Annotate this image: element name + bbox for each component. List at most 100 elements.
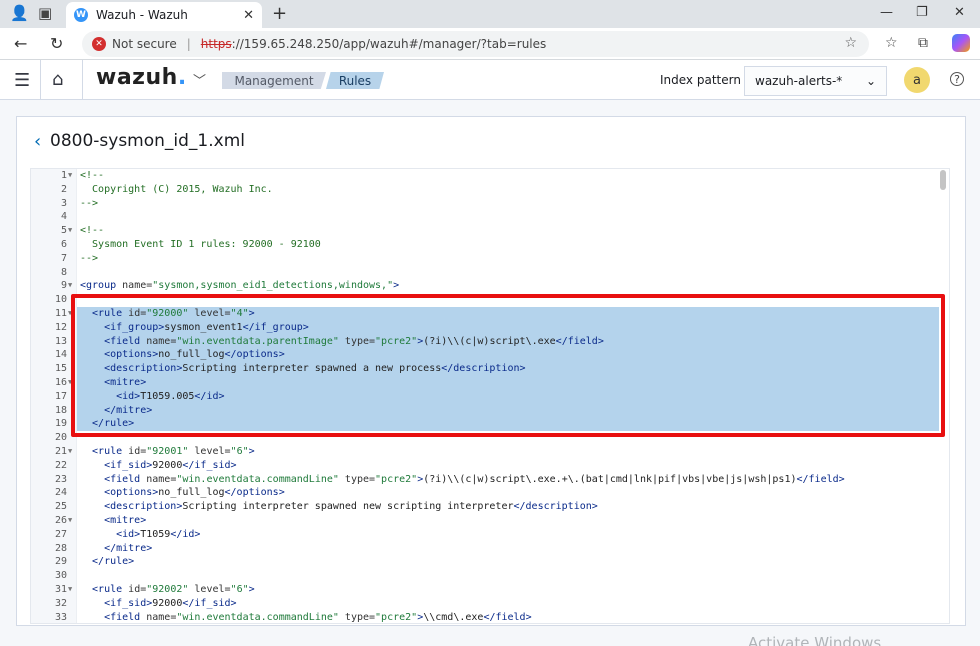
new-tab-icon[interactable]: + bbox=[272, 3, 287, 24]
code-line[interactable]: 25 <description>Scripting interpreter sp… bbox=[31, 500, 941, 514]
code-token: name= bbox=[146, 611, 177, 623]
line-number: 32 bbox=[54, 597, 67, 609]
editor-scrollbar[interactable] bbox=[940, 170, 946, 190]
browser-tab-wazuh[interactable]: W Wazuh - Wazuh ✕ bbox=[66, 2, 262, 28]
header-divider bbox=[82, 60, 83, 100]
wazuh-logo[interactable]: wazuh. bbox=[96, 65, 187, 90]
code-token: > bbox=[248, 584, 255, 595]
breadcrumb-rules[interactable]: Rules bbox=[326, 72, 384, 89]
line-number: 6 bbox=[60, 239, 67, 250]
code-line[interactable]: 3 --> bbox=[31, 197, 941, 211]
line-number: 3 bbox=[60, 197, 67, 209]
line-number: 15 bbox=[54, 363, 67, 375]
code-line[interactable]: 7 --> bbox=[31, 252, 941, 266]
code-token: <id> bbox=[80, 528, 141, 540]
code-text: <id>T1059</id> bbox=[80, 528, 200, 542]
copilot-icon[interactable] bbox=[952, 34, 970, 52]
help-icon[interactable]: ? bbox=[950, 72, 964, 86]
code-token: <if_sid> bbox=[80, 459, 153, 471]
restore-icon[interactable]: ❐ bbox=[916, 5, 928, 20]
tab-actions-icon[interactable]: ▣ bbox=[38, 4, 52, 22]
chevron-down-icon: ⌄ bbox=[865, 74, 876, 88]
logo-dot: . bbox=[177, 65, 187, 90]
app-header: ☰ ⌂ wazuh. ﹀ Management Rules Index patt… bbox=[0, 60, 980, 100]
line-number: 21 bbox=[54, 446, 67, 457]
index-pattern-value: wazuh-alerts-* bbox=[755, 74, 843, 88]
code-token: "sysmon,sysmon_eid1_detections,windows," bbox=[152, 280, 394, 292]
code-line[interactable]: 5 ▼ <!-- bbox=[31, 224, 941, 238]
fold-caret-icon[interactable]: ▼ bbox=[68, 514, 72, 528]
code-line[interactable]: 8 bbox=[31, 266, 941, 280]
code-line[interactable]: 32 <if_sid>92000</if_sid> bbox=[31, 597, 941, 611]
code-line[interactable]: 27 <id>T1059</id> bbox=[31, 528, 941, 542]
line-number: 14 bbox=[54, 349, 67, 361]
code-token: "92001" bbox=[146, 446, 189, 457]
code-token: <if_sid> bbox=[80, 597, 153, 609]
code-text: </rule> bbox=[80, 555, 134, 569]
close-window-icon[interactable]: ✕ bbox=[954, 5, 965, 20]
code-line[interactable]: 24 <options>no_full_log</options> bbox=[31, 486, 941, 500]
back-arrow-icon[interactable]: ← bbox=[14, 34, 27, 53]
fold-caret-icon[interactable]: ▼ bbox=[68, 583, 72, 597]
code-line[interactable]: 2 Copyright (C) 2015, Wazuh Inc. bbox=[31, 183, 941, 197]
fold-caret-icon[interactable]: ▼ bbox=[68, 279, 72, 293]
code-token: type= bbox=[338, 473, 376, 485]
code-line[interactable]: 4 bbox=[31, 210, 941, 224]
close-tab-icon[interactable]: ✕ bbox=[243, 8, 254, 23]
address-bar-row: ← ↻ ✕ Not secure | https ://159.65.248.2… bbox=[0, 28, 980, 60]
code-text: <options>no_full_log</options> bbox=[80, 486, 285, 500]
line-number: 8 bbox=[60, 266, 67, 278]
code-token: 92000 bbox=[152, 597, 183, 609]
line-number: 31 bbox=[54, 584, 67, 595]
profile-icon[interactable]: 👤 bbox=[10, 4, 29, 22]
code-line[interactable]: 6 Sysmon Event ID 1 rules: 92000 - 92100 bbox=[31, 238, 941, 252]
code-token: Scripting interpreter spawned new script… bbox=[182, 501, 514, 513]
favorites-icon[interactable]: ☆ bbox=[885, 35, 898, 51]
code-line[interactable]: 33 <field name="win.eventdata.commandLin… bbox=[31, 611, 941, 623]
browser-tab-bar: 👤 ▣ W Wazuh - Wazuh ✕ + — ❐ ✕ bbox=[0, 0, 980, 28]
code-token: </id> bbox=[170, 528, 201, 540]
code-line[interactable]: 31 ▼ <rule id="92002" level="6"> bbox=[31, 583, 941, 597]
extensions-icon[interactable]: ⧉ bbox=[918, 35, 928, 51]
fold-caret-icon[interactable]: ▼ bbox=[68, 445, 72, 459]
back-chevron-icon[interactable]: ‹ bbox=[34, 131, 41, 152]
code-line[interactable]: 26 ▼ <mitre> bbox=[31, 514, 941, 528]
code-token: </options> bbox=[224, 487, 285, 499]
code-line[interactable]: 29 </rule> bbox=[31, 555, 941, 569]
user-avatar[interactable]: a bbox=[904, 67, 930, 93]
index-pattern-label: Index pattern bbox=[660, 73, 741, 87]
code-token: </if_sid> bbox=[182, 459, 237, 471]
minimize-icon[interactable]: — bbox=[880, 5, 893, 20]
code-line[interactable]: 28 </mitre> bbox=[31, 542, 941, 556]
fold-caret-icon[interactable]: ▼ bbox=[68, 224, 72, 238]
reload-icon[interactable]: ↻ bbox=[50, 34, 63, 53]
line-number: 25 bbox=[54, 501, 67, 513]
code-token: "92002" bbox=[146, 584, 189, 595]
code-line[interactable]: 30 bbox=[31, 569, 941, 583]
menu-hamburger-icon[interactable]: ☰ bbox=[14, 70, 30, 91]
code-text: <if_sid>92000</if_sid> bbox=[80, 597, 236, 611]
code-token: \\cmd\.exe bbox=[423, 611, 484, 623]
home-icon[interactable]: ⌂ bbox=[52, 69, 63, 90]
code-line[interactable]: 22 <if_sid>92000</if_sid> bbox=[31, 459, 941, 473]
url-field[interactable]: ✕ Not secure | https ://159.65.248.250/a… bbox=[82, 31, 869, 57]
code-token: no_full_log bbox=[158, 487, 225, 499]
chevron-down-icon[interactable]: ﹀ bbox=[193, 70, 206, 89]
code-line[interactable]: 23 <field name="win.eventdata.commandLin… bbox=[31, 473, 941, 487]
code-token: "pcre2" bbox=[375, 473, 418, 485]
code-line[interactable]: 1 ▼ <!-- bbox=[31, 169, 941, 183]
breadcrumb-management[interactable]: Management bbox=[222, 72, 326, 89]
line-number: 12 bbox=[54, 321, 67, 333]
fold-caret-icon[interactable]: ▼ bbox=[68, 169, 72, 183]
code-line[interactable]: 9 ▼ <group name="sysmon,sysmon_eid1_detect… bbox=[31, 279, 941, 293]
code-token: > bbox=[393, 280, 400, 292]
line-number: 17 bbox=[54, 390, 67, 402]
favorite-star-icon[interactable]: ☆ bbox=[844, 35, 857, 51]
code-token: T1059 bbox=[140, 528, 171, 540]
line-number: 5 bbox=[60, 225, 67, 237]
code-text: <mitre> bbox=[80, 514, 146, 528]
line-number: 1 bbox=[60, 170, 67, 181]
line-number: 4 bbox=[60, 211, 67, 223]
code-line[interactable]: 21 ▼ <rule id="92001" level="6"> bbox=[31, 445, 941, 459]
index-pattern-select[interactable]: wazuh-alerts-* ⌄ bbox=[744, 66, 887, 96]
